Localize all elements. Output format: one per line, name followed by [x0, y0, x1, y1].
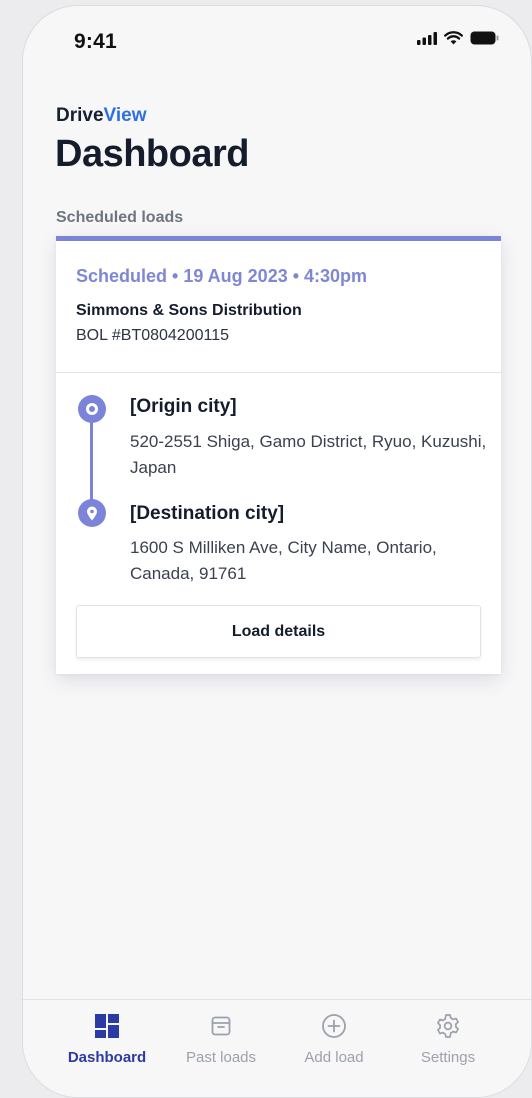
tab-label: Settings — [420, 1049, 476, 1066]
bottom-tab-bar: Dashboard Past loads Add load Settings — [23, 999, 531, 1097]
origin-city: [Origin city] — [130, 396, 237, 417]
wifi-icon — [444, 31, 463, 45]
tab-settings[interactable]: Settings — [393, 1000, 503, 1080]
origin-address: 520-2551 Shiga, Gamo District, Ryuo, Kuz… — [130, 432, 487, 477]
brand-logo: DriveView — [56, 105, 147, 127]
cellular-signal-icon — [417, 31, 437, 45]
status-time: 9:41 — [74, 30, 117, 53]
destination-city: [Destination city] — [130, 503, 285, 524]
bol-number: BOL #BT0804200115 — [76, 327, 230, 344]
archive-icon — [210, 1013, 232, 1039]
company-name: Simmons & Sons Distribution — [76, 302, 302, 319]
section-label: Scheduled loads — [56, 209, 184, 226]
page-title: Dashboard — [55, 133, 249, 175]
load-card: Scheduled • 19 Aug 2023 • 4:30pm Simmons… — [56, 236, 501, 674]
tab-past-loads[interactable]: Past loads — [166, 1000, 276, 1080]
tab-add-load[interactable]: Add load — [279, 1000, 389, 1080]
phone-frame: 9:41 DriveView Dashboard Scheduled loads… — [22, 5, 532, 1098]
brand-part-view: View — [103, 105, 147, 126]
status-icons — [417, 31, 499, 45]
status-bar: 9:41 — [23, 6, 531, 66]
load-card-header: Scheduled • 19 Aug 2023 • 4:30pm Simmons… — [56, 241, 501, 373]
origin-marker-icon — [78, 395, 106, 423]
tab-dashboard[interactable]: Dashboard — [52, 1000, 162, 1080]
destination-address: 1600 S Milliken Ave, City Name, Ontario,… — [130, 538, 437, 583]
dashboard-icon — [95, 1013, 119, 1039]
destination-pin-icon — [78, 499, 106, 527]
load-details-button[interactable]: Load details — [76, 605, 481, 658]
battery-icon — [470, 31, 499, 45]
tab-label: Dashboard — [67, 1049, 147, 1066]
add-circle-icon — [321, 1013, 347, 1039]
tab-label: Add load — [304, 1049, 364, 1066]
brand-part-drive: Drive — [56, 105, 104, 126]
schedule-info: Scheduled • 19 Aug 2023 • 4:30pm — [76, 266, 368, 286]
tab-label: Past loads — [185, 1049, 257, 1066]
gear-icon — [435, 1013, 461, 1039]
